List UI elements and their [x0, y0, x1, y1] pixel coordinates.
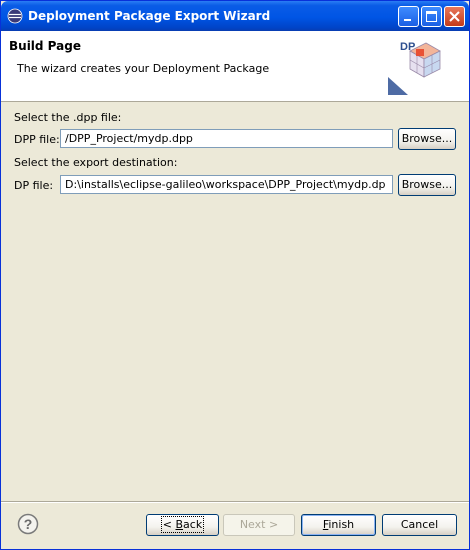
dpp-file-input[interactable] — [60, 129, 393, 148]
wizard-window: Deployment Package Export Wizard Build P… — [0, 0, 470, 550]
finish-rest: inish — [328, 518, 355, 531]
cancel-button-label: Cancel — [400, 518, 439, 531]
dpp-field-label: DPP file: — [14, 133, 60, 146]
dpp-browse-label: Browse... — [401, 132, 453, 145]
dp-browse-button[interactable]: Browse... — [398, 174, 456, 196]
page-title: Build Page — [9, 39, 81, 53]
back-rest: ack — [183, 518, 203, 531]
export-section-label: Select the export destination: — [14, 156, 178, 169]
maximize-icon — [426, 11, 437, 22]
close-button[interactable] — [444, 6, 465, 27]
deployment-package-logo-icon: DP — [388, 41, 441, 95]
logo-text: DP — [400, 41, 415, 53]
finish-button-label: Finish — [323, 518, 354, 531]
next-button-label: Next > — [239, 518, 279, 531]
title-bar[interactable]: Deployment Package Export Wizard — [1, 1, 469, 31]
back-button-label: < Back — [160, 516, 205, 533]
help-icon[interactable]: ? — [17, 513, 39, 535]
minimize-icon — [404, 19, 411, 21]
minimize-button[interactable] — [398, 6, 419, 27]
next-button[interactable]: Next > — [223, 514, 295, 536]
back-prefix: < — [162, 518, 176, 531]
dp-field-label: DP file: — [14, 179, 54, 192]
dp-file-input[interactable] — [60, 175, 393, 194]
dpp-section-label: Select the .dpp file: — [14, 111, 122, 124]
dp-browse-label: Browse... — [401, 178, 453, 191]
window-title: Deployment Package Export Wizard — [28, 9, 271, 23]
dpp-browse-button[interactable]: Browse... — [398, 128, 456, 150]
close-icon — [449, 11, 460, 22]
maximize-button[interactable] — [421, 6, 442, 27]
eclipse-icon — [7, 8, 23, 24]
footer-separator — [1, 501, 469, 503]
wizard-header: Build Page The wizard creates your Deplo… — [1, 31, 469, 102]
page-description: The wizard creates your Deployment Packa… — [17, 62, 270, 75]
svg-text:?: ? — [24, 516, 33, 532]
cancel-button[interactable]: Cancel — [382, 514, 457, 536]
finish-button[interactable]: Finish — [301, 514, 376, 536]
back-mnemonic: B — [175, 518, 184, 531]
back-button[interactable]: < Back — [146, 514, 219, 536]
